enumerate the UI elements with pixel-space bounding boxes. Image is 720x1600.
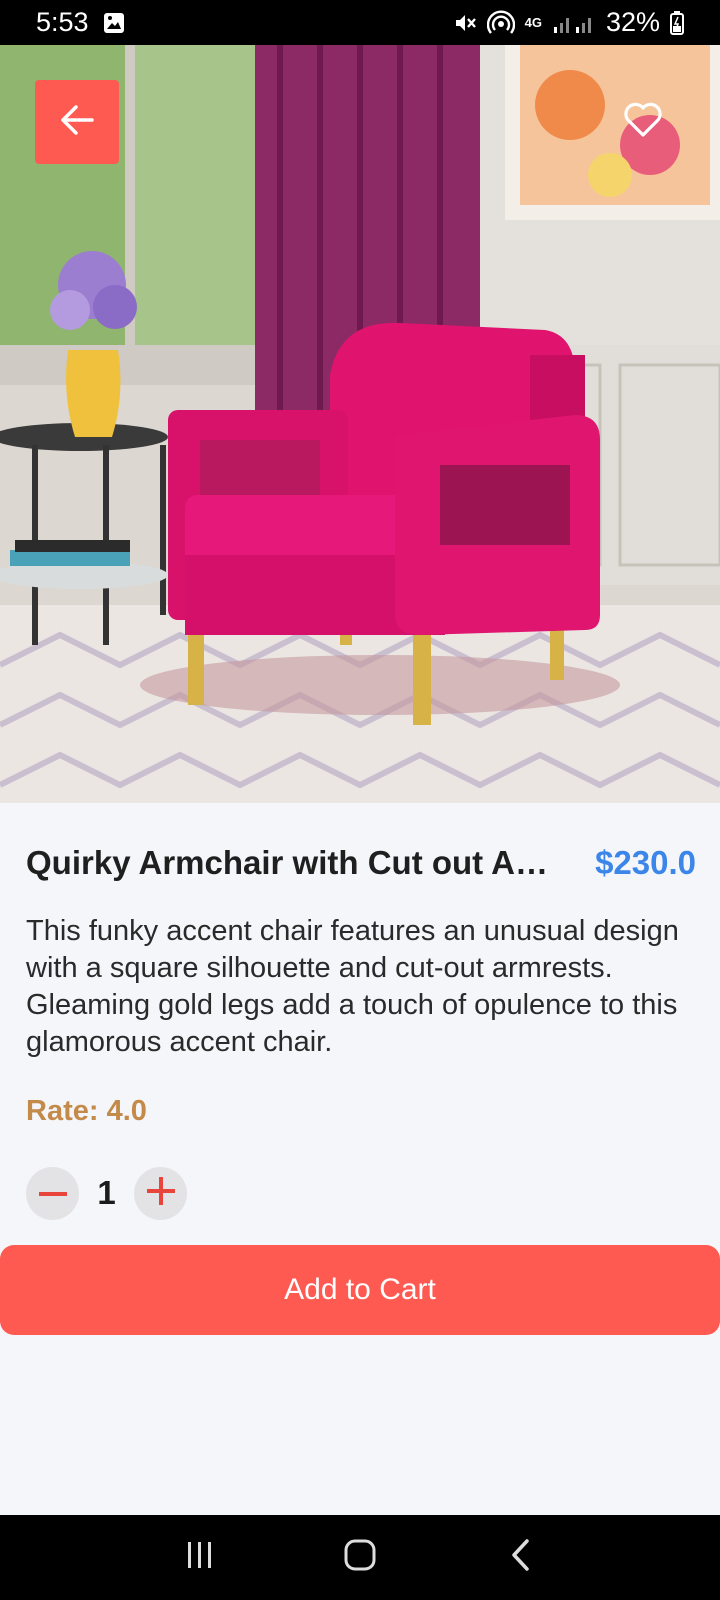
hotspot-icon xyxy=(486,10,515,36)
quantity-stepper: 1 xyxy=(26,1166,187,1220)
product-image xyxy=(0,45,720,803)
product-price: $230.0 xyxy=(595,844,696,881)
product-title: Quirky Armchair with Cut out Ar… xyxy=(26,844,556,881)
title-row: Quirky Armchair with Cut out Ar… $230.0 xyxy=(26,841,696,885)
status-bar: 5:53 4G 32% xyxy=(0,0,720,45)
heart-outline-icon xyxy=(623,102,663,143)
image-icon xyxy=(103,12,125,34)
back-button[interactable] xyxy=(35,80,119,164)
plus-icon xyxy=(146,1176,175,1210)
minus-icon xyxy=(38,1184,67,1202)
system-nav-bar xyxy=(0,1515,720,1600)
network-type: 4G xyxy=(524,15,542,30)
recent-apps-button[interactable] xyxy=(170,1528,230,1588)
signal-icon xyxy=(552,12,596,34)
home-button[interactable] xyxy=(330,1528,390,1588)
product-rating: Rate: 4.0 xyxy=(26,1095,147,1127)
back-icon xyxy=(509,1538,531,1577)
battery-percent: 32% xyxy=(605,7,660,37)
increase-button[interactable] xyxy=(134,1166,187,1220)
product-description: This funky accent chair features an unus… xyxy=(26,915,679,1058)
status-time: 5:53 xyxy=(36,7,89,37)
add-to-cart-button[interactable]: Add to Cart xyxy=(0,1245,720,1335)
arrow-left-icon xyxy=(59,104,95,141)
decrease-button[interactable] xyxy=(26,1166,79,1220)
quantity-value: 1 xyxy=(97,1174,116,1211)
home-icon xyxy=(343,1538,377,1577)
recent-apps-icon xyxy=(185,1540,215,1575)
system-back-button[interactable] xyxy=(490,1528,550,1588)
favorite-button[interactable] xyxy=(615,97,671,147)
mute-icon xyxy=(453,11,477,35)
status-left: 5:53 xyxy=(36,7,125,38)
status-right: 4G 32% xyxy=(453,7,684,38)
battery-icon xyxy=(670,10,684,35)
